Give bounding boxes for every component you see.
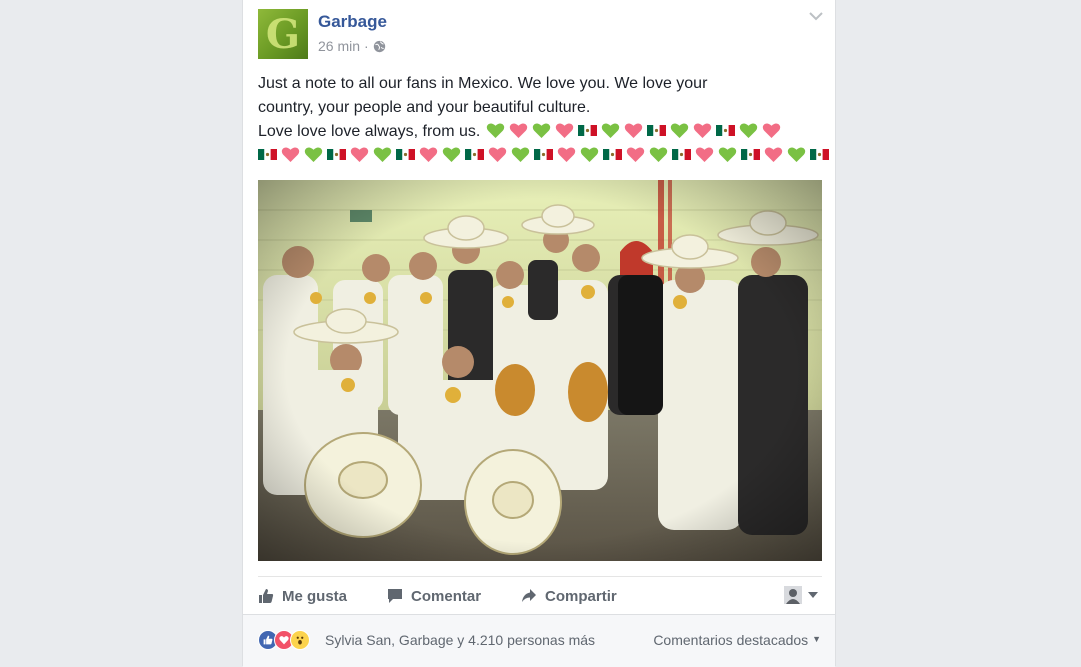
green-heart-icon [487, 123, 505, 138]
pink-heart-icon [694, 123, 712, 138]
globe-icon[interactable] [373, 40, 386, 53]
green-heart-icon [740, 123, 758, 138]
avatar-logo: G [265, 10, 301, 58]
post-text-line-3: Love love love always, from us. [258, 120, 828, 144]
pink-heart-icon [695, 147, 714, 162]
reaction-summary-link[interactable]: Sylvia San, Garbage y 4.210 personas más [325, 632, 595, 648]
post-header: G Garbage 26 min · [258, 9, 823, 61]
mexico-flag-icon [741, 149, 760, 160]
post-text-line-2: country, your people and your beautiful … [258, 99, 591, 116]
meta-separator: · [364, 38, 369, 54]
mexico-flag-icon [396, 149, 415, 160]
pink-heart-icon [281, 147, 300, 162]
caret-down-icon [808, 592, 818, 598]
comments-sort-label: Comentarios destacados [653, 632, 809, 648]
green-heart-icon [442, 147, 461, 162]
thumbs-up-icon [259, 589, 274, 603]
pink-heart-icon [488, 147, 507, 162]
like-label: Me gusta [282, 587, 348, 605]
wow-reaction-icon [290, 630, 310, 650]
page-name-link[interactable]: Garbage [318, 12, 387, 32]
green-heart-icon [580, 147, 599, 162]
audience-selector[interactable] [784, 586, 818, 604]
pink-heart-icon [625, 123, 643, 138]
mexico-flag-icon [578, 125, 598, 136]
reactions-bar: Sylvia San, Garbage y 4.210 personas más… [243, 614, 835, 667]
post-message: Just a note to all our fans in Mexico. W… [258, 72, 829, 168]
green-heart-icon [304, 147, 323, 162]
green-heart-icon [602, 123, 620, 138]
page-avatar[interactable]: G [258, 9, 308, 59]
mexico-flag-icon [672, 149, 691, 160]
pink-heart-icon [350, 147, 369, 162]
mexico-flag-icon [465, 149, 484, 160]
share-button[interactable]: Compartir [521, 588, 617, 605]
mexico-flag-icon [603, 149, 622, 160]
pink-heart-icon [764, 147, 783, 162]
mexico-flag-icon [810, 149, 829, 160]
mexico-flag-icon [647, 125, 667, 136]
post-photo[interactable] [258, 180, 822, 561]
post-meta: 26 min · [318, 38, 386, 54]
pink-heart-icon [763, 123, 781, 138]
share-arrow-icon [522, 589, 537, 602]
green-heart-icon [787, 147, 806, 162]
caret-down-icon: ▼ [812, 634, 821, 644]
pink-heart-icon [510, 123, 528, 138]
green-heart-icon [511, 147, 530, 162]
mexico-flag-icon [534, 149, 553, 160]
green-heart-icon [718, 147, 737, 162]
mexico-flag-icon [327, 149, 346, 160]
post-text-line-4 [258, 144, 829, 168]
emoji-row-1 [486, 122, 781, 139]
post-text-line-1: Just a note to all our fans in Mexico. W… [258, 75, 708, 92]
post-text-line-3-text: Love love love always, from us. [258, 123, 481, 140]
post-timestamp[interactable]: 26 min [318, 38, 360, 54]
share-label: Compartir [545, 587, 617, 605]
post-card: G Garbage 26 min · Just a note to all ou… [242, 0, 836, 667]
green-heart-icon [649, 147, 668, 162]
mexico-flag-icon [716, 125, 736, 136]
mexico-flag-icon [258, 149, 277, 160]
comment-icon [388, 589, 403, 603]
user-avatar-icon [784, 586, 802, 604]
green-heart-icon [373, 147, 392, 162]
mariachi-group-photo [258, 180, 822, 561]
post-actions: Me gusta Comentar Compartir [258, 576, 822, 615]
chevron-down-icon[interactable] [809, 11, 823, 21]
pink-heart-icon [556, 123, 574, 138]
like-button[interactable]: Me gusta [258, 588, 347, 605]
pink-heart-icon [626, 147, 645, 162]
green-heart-icon [533, 123, 551, 138]
pink-heart-icon [557, 147, 576, 162]
comments-sort-dropdown[interactable]: Comentarios destacados ▼ [653, 632, 821, 648]
comment-label: Comentar [411, 587, 482, 605]
pink-heart-icon [419, 147, 438, 162]
emoji-row-2 [258, 146, 829, 163]
comment-button[interactable]: Comentar [387, 588, 481, 605]
reaction-icons[interactable] [258, 630, 310, 650]
green-heart-icon [671, 123, 689, 138]
